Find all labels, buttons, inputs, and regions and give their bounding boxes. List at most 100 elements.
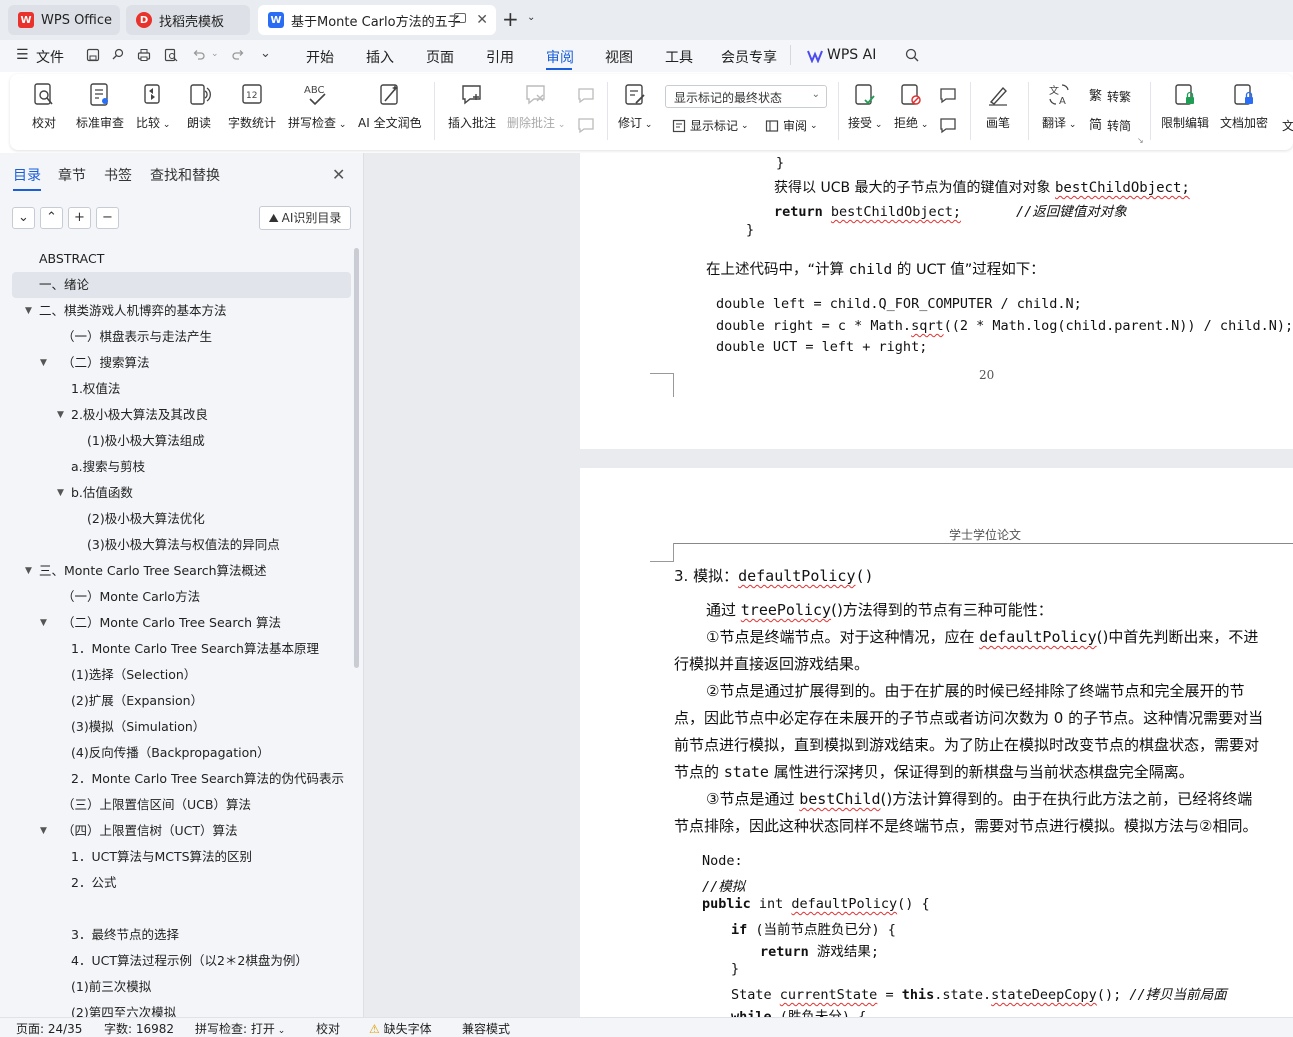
more-ribbon-button[interactable]: 文 [1282, 117, 1293, 134]
review-pane-button[interactable]: 审阅 ⌄ [765, 117, 818, 134]
expand-arrow-icon[interactable]: ▼ [40, 350, 47, 376]
word-count-indicator[interactable]: 字数: 16982 [104, 1020, 174, 1037]
to-traditional-button[interactable]: 繁 转繁 [1089, 88, 1131, 105]
pen-button[interactable]: 画笔 [986, 82, 1010, 131]
print-preview-icon[interactable] [164, 48, 178, 62]
expand-arrow-icon[interactable]: ▼ [57, 402, 64, 428]
toc-item[interactable]: （一）棋盘表示与走法产生 [0, 324, 352, 350]
close-icon[interactable]: ✕ [332, 165, 345, 184]
spell-check-toggle[interactable]: 拼写检查: 打开 ⌄ [195, 1020, 285, 1037]
toc-item[interactable]: ▼ （二）Monte Carlo Tree Search 算法 [0, 610, 352, 636]
collapse-down-button[interactable]: ⌄ [12, 207, 35, 229]
ai-toc-button[interactable]: ⛰ AI识别目录 [259, 206, 351, 230]
toc-item[interactable]: (3)模拟（Simulation） [0, 714, 352, 740]
remove-heading-button[interactable]: − [96, 207, 119, 229]
menu-wps-ai[interactable]: WPS AI [827, 47, 876, 63]
menu-insert[interactable]: 插入 [366, 47, 394, 67]
menu-page[interactable]: 页面 [426, 47, 454, 67]
translate-button[interactable]: 文A 翻译 ⌄ [1042, 82, 1076, 131]
toc-item[interactable]: ▼ 2.极小极大算法及其改良 [0, 402, 352, 428]
word-count-button[interactable]: 12 字数统计 [228, 82, 276, 131]
search-icon[interactable] [905, 48, 919, 62]
proofread-button[interactable]: 校对 [32, 82, 56, 131]
toc-item[interactable]: ABSTRACT [0, 246, 352, 272]
tab-document[interactable]: W 基于Monte Carlo方法的五子 ✕ [258, 5, 496, 35]
page-indicator[interactable]: 页面: 24/35 [16, 1020, 82, 1037]
toc-item[interactable]: ▼ （四）上限置信树（UCT）算法 [0, 818, 352, 844]
toc-item[interactable]: 2．公式 [0, 870, 352, 896]
read-aloud-button[interactable]: 朗读 [187, 82, 211, 131]
toc-item[interactable]: (2)扩展（Expansion） [0, 688, 352, 714]
toc-item[interactable]: (1)极小极大算法组成 [0, 428, 352, 454]
sidebar-scrollbar[interactable] [354, 248, 359, 668]
toc-item[interactable]: (1)前三次模拟 [0, 974, 352, 1000]
markup-display-select[interactable]: 显示标记的最终状态 ⌄ [665, 85, 827, 108]
toc-item[interactable]: ▼ 三、Monte Carlo Tree Search算法概述 [0, 558, 352, 584]
toc-item[interactable]: (2)极小极大算法优化 [0, 506, 352, 532]
revise-button[interactable]: 修订 ⌄ [618, 82, 652, 131]
proofread-status[interactable]: 校对 [316, 1020, 340, 1037]
insert-comment-button[interactable]: 插入批注 [448, 82, 496, 131]
toc-item[interactable]: 一、绪论 [12, 272, 351, 298]
menu-review[interactable]: 审阅 [546, 47, 574, 67]
close-icon[interactable]: ✕ [476, 12, 488, 28]
to-simplified-button[interactable]: 简 转简 [1089, 117, 1131, 134]
document-page-20[interactable]: } 获得以 UCB 最大的子节点为值的键值对对象 bestChildObject… [580, 153, 1293, 449]
reject-button[interactable]: 拒绝 ⌄ [894, 82, 928, 131]
toc-item[interactable] [0, 896, 352, 922]
accept-button[interactable]: 接受 ⌄ [848, 82, 882, 131]
toc-item[interactable]: 1．Monte Carlo Tree Search算法基本原理 [0, 636, 352, 662]
undo-icon[interactable] [192, 48, 206, 62]
missing-font-status[interactable]: ⚠ 缺失字体 [369, 1020, 432, 1037]
tab-chapters[interactable]: 章节 [58, 165, 86, 185]
delete-comment-button[interactable]: 删除批注 ⌄ [507, 82, 565, 131]
expand-arrow-icon[interactable]: ▼ [25, 298, 32, 324]
expand-arrow-icon[interactable]: ▼ [25, 558, 32, 584]
toc-item[interactable]: 1．UCT算法与MCTS算法的区别 [0, 844, 352, 870]
print-icon[interactable] [137, 48, 151, 62]
link-icon[interactable] [111, 48, 125, 62]
menu-start[interactable]: 开始 [306, 47, 334, 67]
tab-wps-office[interactable]: W WPS Office [8, 5, 120, 35]
toc-item[interactable]: ▼ 二、棋类游戏人机博弈的基本方法 [0, 298, 352, 324]
standard-review-button[interactable]: 标准审查 [76, 82, 124, 131]
compare-button[interactable]: 比较 ⌄ [136, 82, 170, 131]
undo-dropdown-icon[interactable]: ⌄ [211, 49, 219, 59]
tab-bookmarks[interactable]: 书签 [104, 165, 132, 185]
ai-polish-button[interactable]: AI 全文润色 [358, 82, 422, 131]
toc-item[interactable]: （三）上限置信区间（UCB）算法 [0, 792, 352, 818]
toc-item[interactable]: 2．Monte Carlo Tree Search算法的伪代码表示 [0, 766, 352, 792]
toc-item[interactable]: a.搜索与剪枝 [0, 454, 352, 480]
ribbon-expand-icon[interactable]: ↘ [1137, 136, 1144, 145]
expand-arrow-icon[interactable]: ▼ [40, 818, 47, 844]
menu-reference[interactable]: 引用 [486, 47, 514, 67]
menu-file[interactable]: 文件 [36, 47, 64, 67]
show-markup-button[interactable]: 显示标记 ⌄ [672, 117, 749, 134]
menu-member[interactable]: 会员专享 [721, 47, 777, 67]
toc-item[interactable]: (4)反向传播（Backpropagation） [0, 740, 352, 766]
toc-item[interactable]: 3．最终节点的选择 [0, 922, 352, 948]
collapse-up-button[interactable]: ⌃ [40, 207, 63, 229]
restrict-edit-button[interactable]: 限制编辑 [1161, 82, 1209, 131]
tab-find-replace[interactable]: 查找和替换 [150, 165, 220, 185]
menu-tools[interactable]: 工具 [665, 47, 693, 67]
redo-icon[interactable] [231, 48, 245, 62]
toc-item[interactable]: 4．UCT算法过程示例（以2＊2棋盘为例） [0, 948, 352, 974]
encrypt-button[interactable]: 文档加密 [1220, 82, 1268, 131]
document-page-21[interactable]: 学士学位论文 3. 模拟：defaultPolicy() 通过 treePoli… [580, 468, 1293, 1017]
next-comment-icon[interactable] [576, 116, 596, 134]
save-icon[interactable] [86, 48, 100, 62]
toc-item[interactable]: ▼ （二）搜索算法 [0, 350, 352, 376]
toc-item[interactable]: (2)第四至六次模拟 [0, 1000, 352, 1017]
add-heading-button[interactable]: + [68, 207, 91, 229]
toc-item[interactable]: (3)极小极大算法与权值法的异同点 [0, 532, 352, 558]
tab-docer[interactable]: D 找稻壳模板 [126, 5, 250, 35]
menu-view[interactable]: 视图 [605, 47, 633, 67]
expand-arrow-icon[interactable]: ▼ [40, 610, 47, 636]
next-change-icon[interactable] [938, 116, 958, 134]
more-chevron-icon[interactable]: ⌄ [260, 46, 271, 61]
tab-toc[interactable]: 目录 [13, 165, 41, 185]
chevron-down-icon[interactable]: ⌄ [527, 12, 535, 23]
monitor-icon[interactable] [454, 13, 466, 23]
toc-item[interactable]: （一）Monte Carlo方法 [0, 584, 352, 610]
